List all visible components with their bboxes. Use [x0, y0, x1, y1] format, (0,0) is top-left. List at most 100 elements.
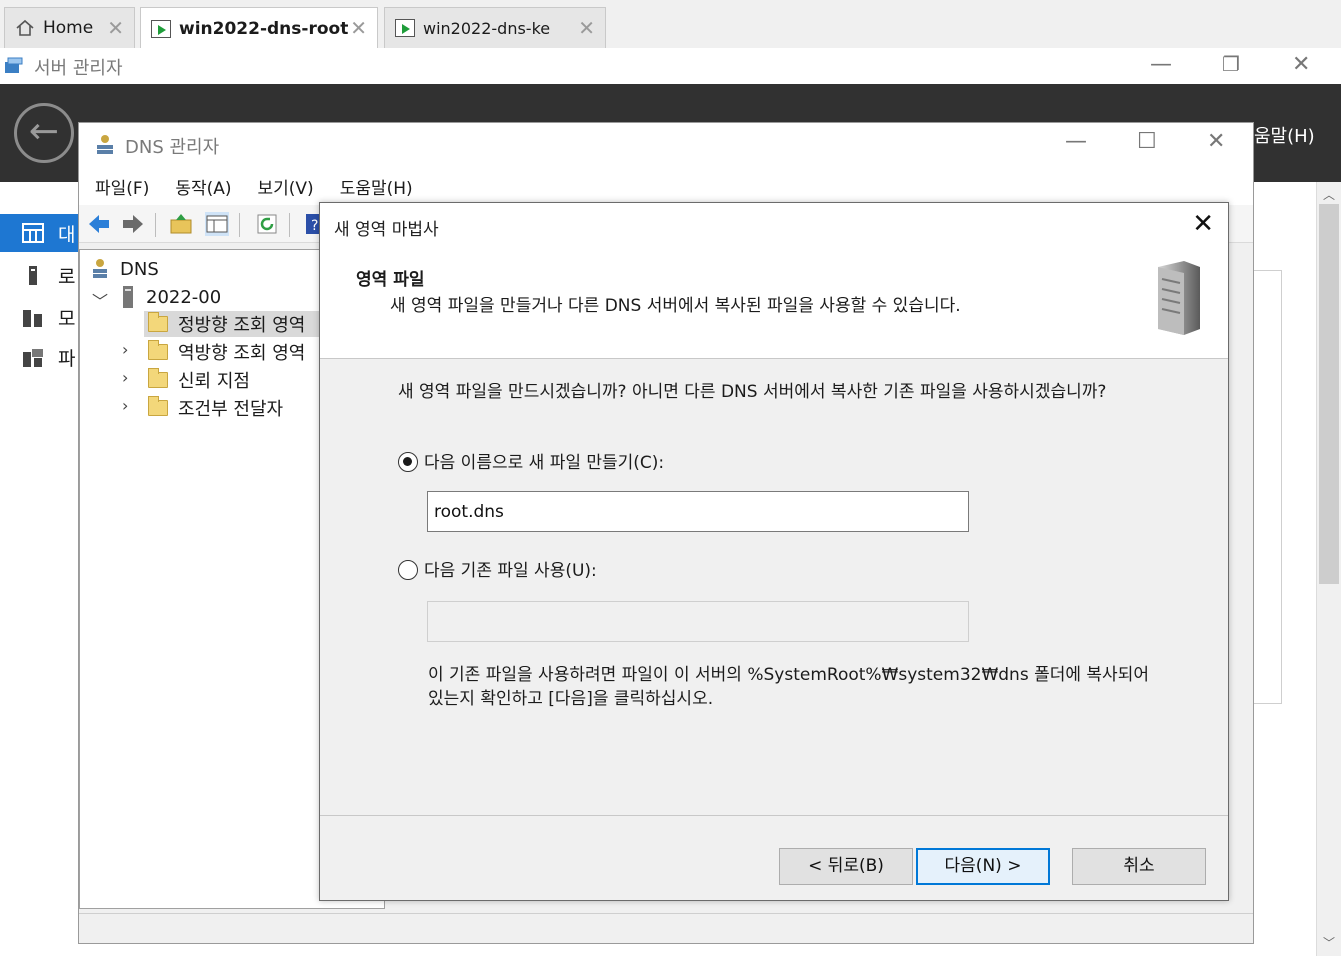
dialog-title: 새 영역 마법사	[334, 220, 439, 240]
wizard-subheading: 새 영역 파일을 만들거나 다른 DNS 서버에서 복사된 파일을 사용할 수 …	[390, 296, 961, 316]
wizard-heading: 영역 파일	[356, 270, 425, 290]
home-icon	[16, 19, 34, 36]
scrollbar-thumb[interactable]	[1319, 204, 1339, 584]
tree-label: 역방향 조회 영역	[178, 343, 306, 364]
tree-label: 2022-00	[146, 286, 222, 308]
folder-icon	[148, 340, 168, 360]
menu-view[interactable]: 보기(V)	[258, 174, 314, 199]
dns-manager-titlebar: DNS 관리자 — ☐ ✕	[79, 123, 1253, 167]
nav-item-all-servers[interactable]: 모	[0, 298, 80, 336]
maximize-icon[interactable]: ☐	[1137, 129, 1157, 154]
existing-file-label: 다음 기존 파일 사용(U):	[424, 561, 597, 581]
restore-icon[interactable]: ❐	[1222, 52, 1240, 76]
zone-file-name-input[interactable]	[427, 491, 969, 532]
create-file-label: 다음 이름으로 새 파일 만들기(C):	[424, 453, 665, 473]
server-manager-icon	[5, 57, 23, 73]
servers-icon	[23, 310, 42, 327]
minimize-icon[interactable]: —	[1150, 52, 1172, 77]
chevron-down-icon[interactable]: ﹀	[92, 288, 108, 312]
next-button[interactable]: 다음(N) >	[916, 848, 1050, 885]
toolbar-separator	[289, 213, 290, 237]
show-hide-tree-icon[interactable]	[205, 212, 229, 236]
vm-tab-strip: Home ✕ win2022-dns-root ✕ win2022-dns-ke…	[0, 0, 1341, 49]
toolbar-separator	[155, 213, 156, 237]
nav-item-local-server[interactable]: 로	[0, 256, 80, 294]
forward-icon[interactable]	[121, 212, 145, 236]
server-icon	[123, 286, 133, 308]
vm-icon	[151, 19, 171, 38]
menu-action[interactable]: 동작(A)	[175, 174, 231, 199]
tab-win2022-dns-root[interactable]: win2022-dns-root ✕	[140, 7, 378, 49]
chevron-right-icon[interactable]: ›	[122, 340, 128, 359]
window-title: 서버 관리자	[34, 58, 123, 79]
close-icon[interactable]: ✕	[107, 16, 124, 40]
cancel-button[interactable]: 취소	[1072, 848, 1206, 885]
folder-icon	[148, 312, 168, 332]
nav-label: 대	[58, 223, 76, 246]
background-panel	[1254, 270, 1282, 704]
server-tower-icon	[1158, 261, 1200, 335]
server-manager-nav: 대 로 모 파	[0, 182, 80, 956]
up-folder-icon[interactable]	[169, 212, 193, 236]
nav-item-file-services[interactable]: 파	[0, 338, 80, 376]
chevron-right-icon[interactable]: ›	[122, 368, 128, 387]
create-file-radio[interactable]	[398, 452, 418, 472]
dashboard-icon	[22, 223, 44, 243]
tree-node-dns[interactable]: DNS	[90, 256, 159, 282]
tab-home[interactable]: Home ✕	[4, 7, 135, 48]
wizard-titlebar: 새 영역 마법사 ✕	[320, 203, 1228, 249]
chevron-right-icon[interactable]: ›	[122, 396, 128, 415]
existing-file-radio[interactable]	[398, 560, 418, 580]
nav-item-dashboard[interactable]: 대	[0, 214, 80, 252]
tab-label: Home	[43, 18, 94, 38]
tree-node-server[interactable]: 2022-00	[120, 284, 221, 310]
tab-win2022-dns-ke[interactable]: win2022-dns-ke ✕	[384, 7, 606, 48]
back-arrow-icon[interactable]: ←	[14, 103, 74, 163]
dns-menu-bar: 파일(F) 동작(A) 보기(V) 도움말(H)	[79, 167, 1253, 205]
close-icon[interactable]: ✕	[1292, 52, 1310, 77]
new-zone-wizard-dialog: 새 영역 마법사 ✕ 영역 파일 새 영역 파일을 만들거나 다른 DNS 서버…	[319, 202, 1229, 901]
existing-file-note: 이 기존 파일을 사용하려면 파일이 이 서버의 %SystemRoot%₩sy…	[428, 665, 1149, 709]
status-bar	[79, 913, 1253, 943]
minimize-icon[interactable]: —	[1065, 129, 1087, 154]
tab-label: win2022-dns-root	[179, 18, 349, 39]
server-manager-titlebar: 서버 관리자 — ❐ ✕	[0, 48, 1341, 84]
svg-text:?: ?	[311, 218, 318, 234]
tree-node-reverse-lookup[interactable]: 역방향 조회 영역	[144, 339, 305, 365]
help-menu[interactable]: 움말(H)	[1254, 122, 1315, 148]
nav-label: 모	[58, 307, 76, 330]
existing-file-input[interactable]	[427, 601, 969, 642]
back-icon[interactable]	[87, 212, 111, 236]
tree-label: 정방향 조회 영역	[178, 315, 306, 336]
tree-label: 조건부 전달자	[178, 399, 284, 420]
back-button[interactable]: < 뒤로(B)	[779, 848, 913, 885]
scroll-up-icon[interactable]: ︿	[1323, 186, 1335, 203]
wizard-header: 영역 파일 새 영역 파일을 만들거나 다른 DNS 서버에서 복사된 파일을 …	[320, 249, 1228, 359]
tree-node-conditional-forwarders[interactable]: 조건부 전달자	[144, 395, 283, 421]
tree-node-trust-points[interactable]: 신뢰 지점	[144, 367, 250, 393]
tree-label: DNS	[120, 258, 159, 280]
close-icon[interactable]: ✕	[1207, 129, 1225, 154]
folder-icon	[148, 396, 168, 416]
question-text: 새 영역 파일을 만드시겠습니까? 아니면 다른 DNS 서버에서 복사한 기존…	[398, 382, 1107, 402]
menu-help[interactable]: 도움말(H)	[340, 174, 413, 199]
menu-file[interactable]: 파일(F)	[95, 174, 149, 199]
nav-label: 로	[58, 265, 76, 288]
dns-icon	[97, 135, 113, 154]
window-title: DNS 관리자	[125, 137, 220, 158]
scroll-down-icon[interactable]: ﹀	[1323, 934, 1335, 951]
close-icon[interactable]: ✕	[1192, 209, 1214, 239]
close-icon[interactable]: ✕	[578, 16, 595, 40]
wizard-body: 새 영역 파일을 만드시겠습니까? 아니면 다른 DNS 서버에서 복사한 기존…	[320, 360, 1228, 816]
vertical-scrollbar[interactable]: ︿ ﹀	[1316, 182, 1341, 956]
tree-label: 신뢰 지점	[178, 371, 250, 392]
folder-icon	[148, 368, 168, 388]
nav-label: 파	[58, 347, 76, 370]
vm-icon	[395, 19, 415, 37]
refresh-icon[interactable]	[255, 212, 279, 236]
toolbar-separator	[239, 213, 240, 237]
close-icon[interactable]: ✕	[350, 16, 367, 40]
file-services-icon	[23, 349, 43, 367]
dns-icon	[93, 259, 107, 278]
tab-label: win2022-dns-ke	[423, 18, 551, 38]
